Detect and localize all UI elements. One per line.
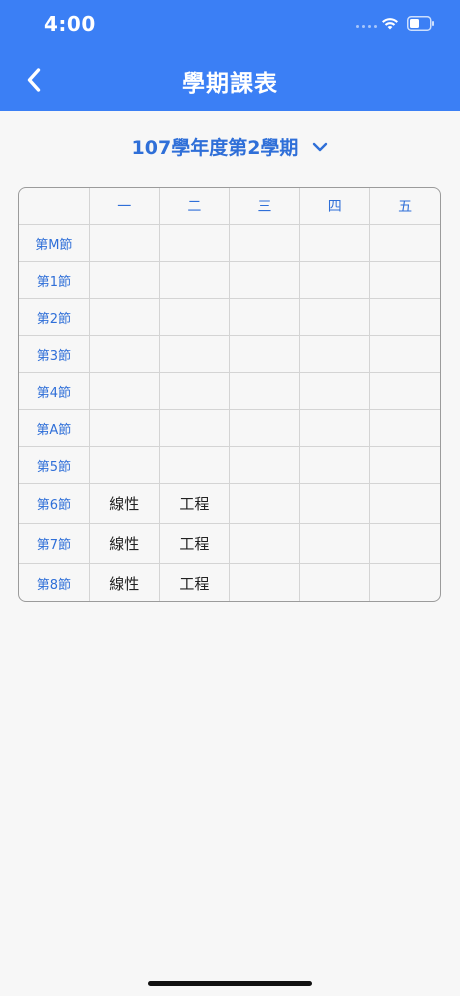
period-row-a: 第A節 <box>19 409 440 447</box>
schedule-cell[interactable] <box>299 563 371 601</box>
period-label: 第1節 <box>19 261 90 299</box>
day-header-wed: 三 <box>229 188 301 225</box>
schedule-cell[interactable] <box>159 446 230 484</box>
schedule-cell[interactable] <box>159 224 230 262</box>
period-row-8: 第8節 線性 工程 <box>19 563 440 602</box>
schedule-cell[interactable] <box>369 335 440 373</box>
period-row-3: 第3節 <box>19 335 440 373</box>
period-row-4: 第4節 <box>19 372 440 410</box>
schedule-cell[interactable] <box>299 372 371 410</box>
corner-cell <box>19 188 90 225</box>
schedule-cell[interactable] <box>299 335 371 373</box>
day-header-row: 一 二 三 四 五 <box>19 188 440 225</box>
semester-dropdown[interactable]: 107學年度第2學期 <box>0 133 460 160</box>
schedule-cell[interactable] <box>229 298 301 336</box>
schedule-cell[interactable] <box>159 372 230 410</box>
schedule-cell[interactable] <box>229 409 301 447</box>
schedule-cell[interactable] <box>159 298 230 336</box>
battery-icon <box>407 16 434 31</box>
schedule-cell[interactable] <box>229 483 301 524</box>
day-header-mon: 一 <box>89 188 160 225</box>
period-label: 第M節 <box>19 224 90 262</box>
period-label: 第7節 <box>19 523 90 564</box>
schedule-cell[interactable] <box>89 409 160 447</box>
period-label: 第4節 <box>19 372 90 410</box>
schedule-cell[interactable] <box>299 224 371 262</box>
app-header: 4:00 學期課表 <box>0 0 460 111</box>
schedule-table: 一 二 三 四 五 第M節 第1節 第2節 第3節 第4節 第A節 第5節 第6… <box>18 187 441 602</box>
schedule-cell[interactable] <box>229 261 301 299</box>
schedule-cell[interactable] <box>89 446 160 484</box>
schedule-cell[interactable] <box>229 335 301 373</box>
period-row-2: 第2節 <box>19 298 440 336</box>
period-label: 第2節 <box>19 298 90 336</box>
period-row-1: 第1節 <box>19 261 440 299</box>
signal-dots-icon <box>356 25 377 28</box>
period-row-5: 第5節 <box>19 446 440 484</box>
schedule-cell[interactable] <box>229 224 301 262</box>
schedule-cell[interactable] <box>89 298 160 336</box>
status-time: 4:00 <box>44 12 96 36</box>
schedule-cell[interactable] <box>299 409 371 447</box>
schedule-cell[interactable] <box>159 409 230 447</box>
home-indicator[interactable] <box>148 981 312 986</box>
schedule-cell[interactable] <box>369 523 440 564</box>
schedule-cell[interactable] <box>299 483 371 524</box>
schedule-cell[interactable] <box>369 446 440 484</box>
schedule-cell[interactable] <box>229 372 301 410</box>
schedule-cell[interactable]: 線性 <box>89 563 160 601</box>
schedule-cell[interactable] <box>369 298 440 336</box>
schedule-cell[interactable]: 線性 <box>89 483 160 524</box>
page-title: 學期課表 <box>182 71 278 97</box>
schedule-cell[interactable] <box>299 446 371 484</box>
schedule-cell[interactable]: 工程 <box>159 563 230 601</box>
period-label: 第8節 <box>19 563 90 601</box>
schedule-cell[interactable] <box>299 523 371 564</box>
period-label: 第3節 <box>19 335 90 373</box>
schedule-cell[interactable] <box>369 372 440 410</box>
schedule-cell[interactable] <box>229 446 301 484</box>
period-row-7: 第7節 線性 工程 <box>19 523 440 564</box>
schedule-cell[interactable] <box>159 261 230 299</box>
day-header-fri: 五 <box>369 188 440 225</box>
schedule-cell[interactable] <box>369 483 440 524</box>
schedule-cell[interactable]: 線性 <box>89 523 160 564</box>
schedule-cell[interactable] <box>159 335 230 373</box>
schedule-cell[interactable] <box>369 261 440 299</box>
schedule-cell[interactable] <box>229 563 301 601</box>
schedule-cell[interactable] <box>299 298 371 336</box>
schedule-cell[interactable] <box>370 564 440 602</box>
schedule-cell[interactable] <box>299 261 371 299</box>
schedule-cell[interactable] <box>89 372 160 410</box>
schedule-cell[interactable] <box>89 261 160 299</box>
schedule-cell[interactable] <box>229 523 301 564</box>
chevron-down-icon <box>313 142 328 151</box>
schedule-cell[interactable]: 工程 <box>159 483 230 524</box>
semester-label: 107學年度第2學期 <box>131 137 299 159</box>
period-row-6: 第6節 線性 工程 <box>19 483 440 524</box>
schedule-cell[interactable]: 工程 <box>159 523 230 564</box>
schedule-cell[interactable] <box>89 224 160 262</box>
wifi-icon <box>382 18 398 30</box>
period-row-m: 第M節 <box>19 224 440 262</box>
schedule-cell[interactable] <box>369 409 440 447</box>
schedule-cell[interactable] <box>369 224 440 262</box>
day-header-thu: 四 <box>299 188 371 225</box>
day-header-tue: 二 <box>159 188 230 225</box>
period-label: 第A節 <box>19 409 90 447</box>
period-label: 第6節 <box>19 483 90 524</box>
period-label: 第5節 <box>19 446 90 484</box>
schedule-cell[interactable] <box>89 335 160 373</box>
